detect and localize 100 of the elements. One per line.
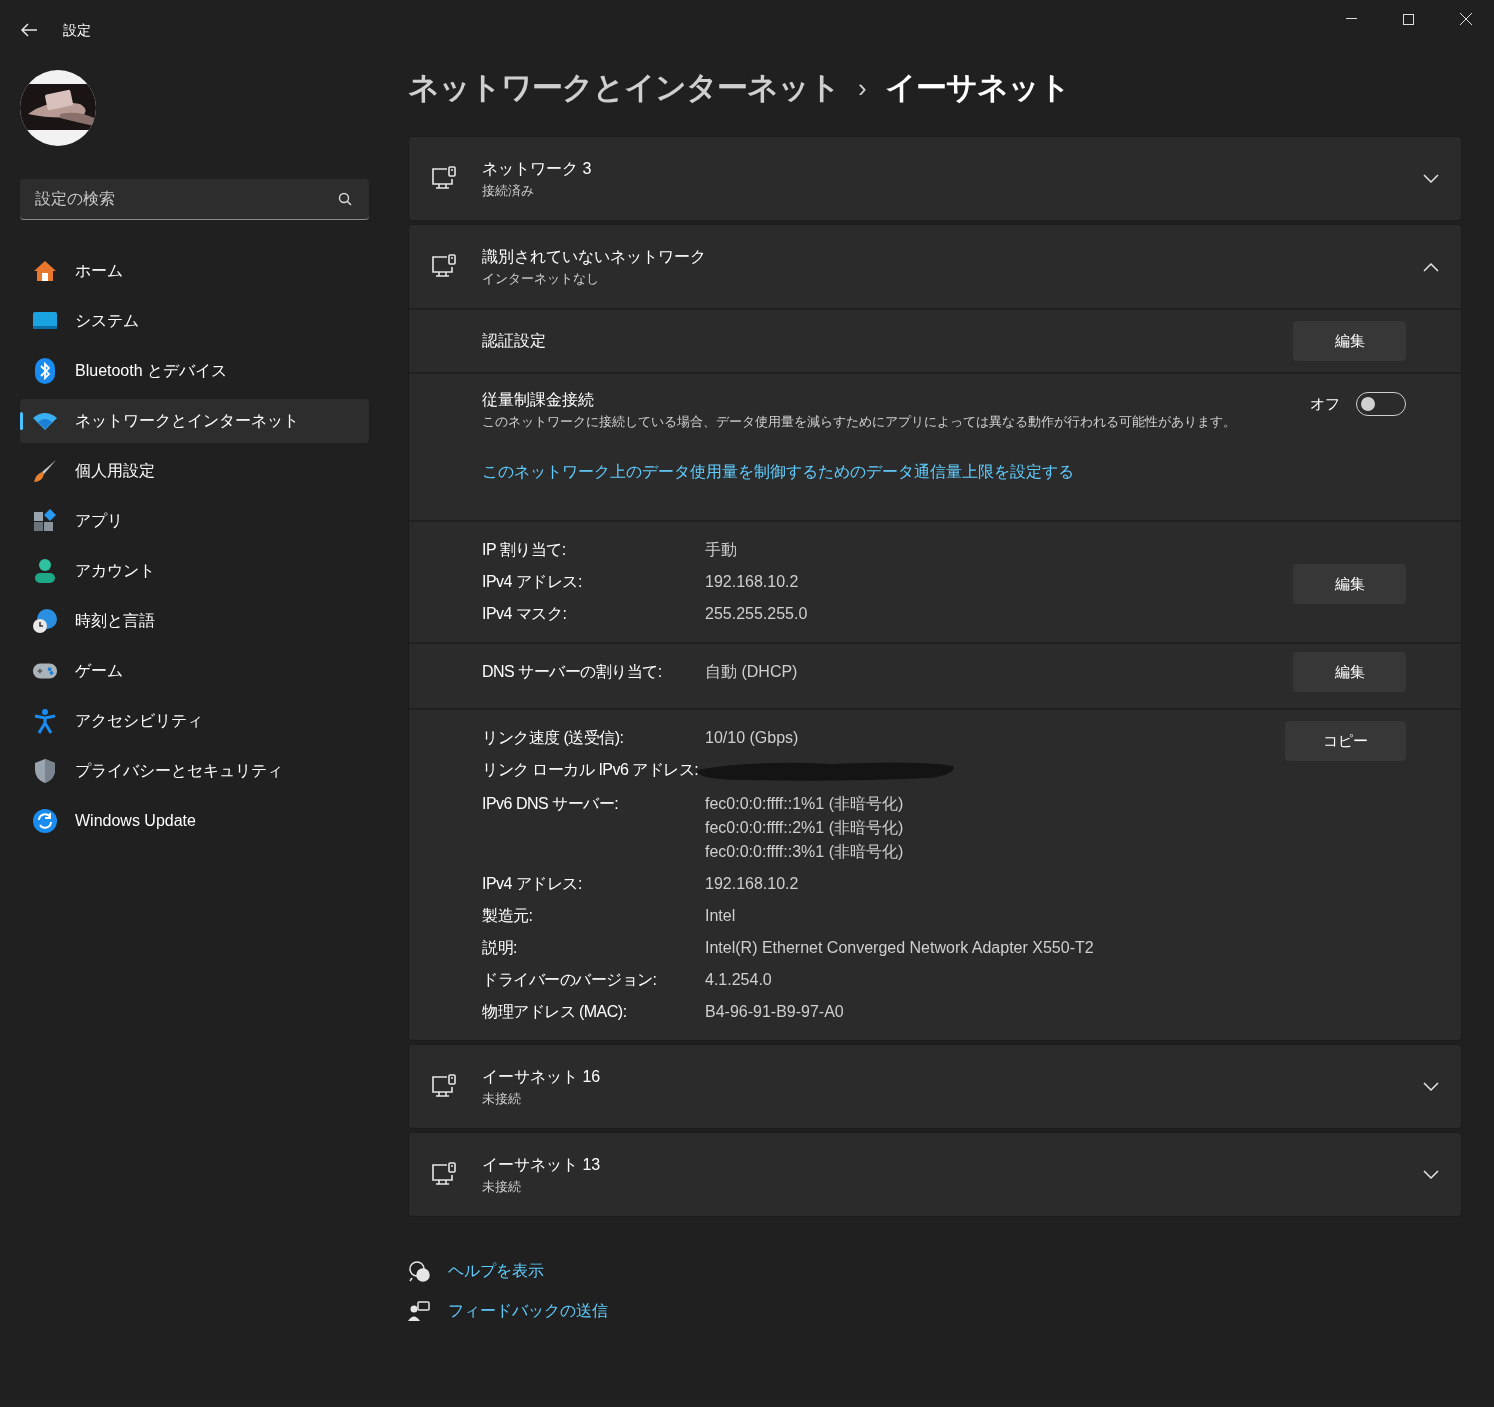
chevron-down-icon[interactable] xyxy=(1423,173,1439,184)
property-value: fec0:0:0:ffff::2%1 (非暗号化) xyxy=(705,818,904,838)
globe-clock-icon xyxy=(32,608,58,634)
page-title: イーサネット xyxy=(884,68,1070,107)
edit-button[interactable]: 編集 xyxy=(1293,564,1406,604)
chevron-up-icon[interactable] xyxy=(1423,261,1439,272)
property-value: 192.168.10.2 xyxy=(705,572,799,592)
person-icon xyxy=(33,558,57,584)
property-value: 自動 (DHCP) xyxy=(705,662,798,682)
property-label: IP 割り当て: xyxy=(482,540,567,560)
nav-item[interactable]: ゲーム xyxy=(20,649,369,693)
property-label: IPv4 アドレス: xyxy=(482,874,583,894)
wifi-icon xyxy=(32,411,58,431)
network-name: ネットワーク 3 xyxy=(482,158,593,179)
network-name: イーサネット 13 xyxy=(482,1154,602,1175)
property-value: 手動 xyxy=(705,540,737,560)
property-value: fec0:0:0:ffff::3%1 (非暗号化) xyxy=(705,842,904,862)
nav-item[interactable]: アクセシビリティ xyxy=(20,699,369,743)
property-label: ドライバーのバージョン: xyxy=(482,970,658,990)
property-label: 製造元: xyxy=(482,906,534,926)
property-label: 物理アドレス (MAC): xyxy=(482,1002,628,1022)
copy-button[interactable]: コピー xyxy=(1285,721,1406,761)
network-status: インターネットなし xyxy=(482,269,600,288)
property-label: IPv6 DNS サーバー: xyxy=(482,794,620,814)
property-label: リンク速度 (送受信): xyxy=(482,728,625,748)
ethernet-icon xyxy=(430,253,458,280)
apps-icon xyxy=(33,509,57,533)
breadcrumb-separator: › xyxy=(858,71,867,105)
gamepad-icon xyxy=(32,661,58,681)
chevron-down-icon[interactable] xyxy=(1423,1169,1439,1180)
nav-item[interactable]: Bluetooth とデバイス xyxy=(20,349,369,393)
breadcrumb-parent[interactable]: ネットワークとインターネット xyxy=(408,64,840,112)
nav-item[interactable]: アカウント xyxy=(20,549,369,593)
property-label: IPv4 マスク: xyxy=(482,604,568,624)
nav-label: アクセシビリティ xyxy=(75,711,203,731)
nav-label: プライバシーとセキュリティ xyxy=(75,761,283,781)
window-title: 設定 xyxy=(63,20,91,40)
setting-description: このネットワークに接続している場合、データ使用量を減らすためにアプリによっては異なる動作が行われる可能性があります。 xyxy=(482,414,1237,431)
monitor-icon xyxy=(32,310,58,332)
paintbrush-icon xyxy=(32,458,58,484)
nav-item[interactable]: 個人用設定 xyxy=(20,449,369,493)
search-field[interactable]: 設定の検索 xyxy=(20,179,369,220)
property-label: IPv4 アドレス: xyxy=(482,572,583,592)
feedback-icon xyxy=(408,1300,430,1322)
toggle-state-label: オフ xyxy=(1310,393,1340,414)
nav-item[interactable]: 時刻と言語 xyxy=(20,599,369,643)
nav-label: Bluetooth とデバイス xyxy=(75,361,228,381)
maximize-icon[interactable] xyxy=(1403,13,1414,25)
help-icon xyxy=(408,1260,430,1282)
nav-item[interactable]: ホーム xyxy=(20,249,369,293)
network-name: イーサネット 16 xyxy=(482,1066,602,1087)
property-value: fec0:0:0:ffff::1%1 (非暗号化) xyxy=(705,794,904,814)
nav-label: 時刻と言語 xyxy=(75,611,155,631)
nav-label: Windows Update xyxy=(75,811,196,831)
nav-item[interactable]: システム xyxy=(20,299,369,343)
accessibility-icon xyxy=(33,708,57,734)
data-limit-link[interactable]: このネットワーク上のデータ使用量を制御するためのデータ通信量上限を設定する xyxy=(482,460,1406,484)
nav-label: 個人用設定 xyxy=(75,461,155,481)
close-icon[interactable] xyxy=(1459,13,1472,25)
home-icon xyxy=(32,259,58,283)
network-name: 識別されていないネットワーク xyxy=(482,246,707,267)
back-arrow-icon[interactable] xyxy=(20,23,38,37)
network-status: 未接続 xyxy=(482,1089,522,1108)
property-value: Intel(R) Ethernet Converged Network Adapter X550-T2 xyxy=(705,938,1094,958)
nav-label: ホーム xyxy=(75,261,123,281)
shield-icon xyxy=(33,758,57,784)
property-value: Intel xyxy=(705,906,736,926)
property-value: B4-96-91-B9-97-A0 xyxy=(705,1002,844,1022)
property-value: 10/10 (Gbps) xyxy=(705,728,799,748)
ethernet-icon xyxy=(430,1073,458,1100)
setting-label: 認証設定 xyxy=(482,331,547,351)
ethernet-icon xyxy=(430,1161,458,1188)
setting-label: 従量制課金接続 xyxy=(482,390,595,410)
bluetooth-icon xyxy=(34,358,56,384)
sync-icon xyxy=(32,808,58,834)
network-status: 未接続 xyxy=(482,1177,522,1196)
nav-label: ネットワークとインターネット xyxy=(75,411,299,431)
nav-label: アプリ xyxy=(75,511,123,531)
footer-link[interactable]: ヘルプを表示 xyxy=(448,1259,544,1283)
nav-item[interactable]: プライバシーとセキュリティ xyxy=(20,749,369,793)
nav-label: アカウント xyxy=(75,561,155,581)
property-value: 255.255.255.0 xyxy=(705,604,808,624)
ethernet-icon xyxy=(430,165,458,192)
nav-item[interactable]: アプリ xyxy=(20,499,369,543)
nav-label: システム xyxy=(75,311,139,331)
footer-link[interactable]: フィードバックの送信 xyxy=(448,1299,608,1323)
nav-item[interactable]: ネットワークとインターネット xyxy=(20,399,369,443)
property-value: 192.168.10.2 xyxy=(705,874,799,894)
edit-button[interactable]: 編集 xyxy=(1293,321,1406,361)
property-value: 4.1.254.0 xyxy=(705,970,772,990)
search-icon[interactable] xyxy=(338,192,352,206)
edit-button[interactable]: 編集 xyxy=(1293,652,1406,692)
nav-item[interactable]: Windows Update xyxy=(20,799,369,843)
property-label: DNS サーバーの割り当て: xyxy=(482,662,663,682)
property-label: 説明: xyxy=(482,938,518,958)
property-label: リンク ローカル IPv6 アドレス: xyxy=(482,760,700,780)
minimize-icon[interactable] xyxy=(1346,18,1357,20)
chevron-down-icon[interactable] xyxy=(1423,1081,1439,1092)
nav-label: ゲーム xyxy=(75,661,123,681)
network-status: 接続済み xyxy=(482,181,535,200)
